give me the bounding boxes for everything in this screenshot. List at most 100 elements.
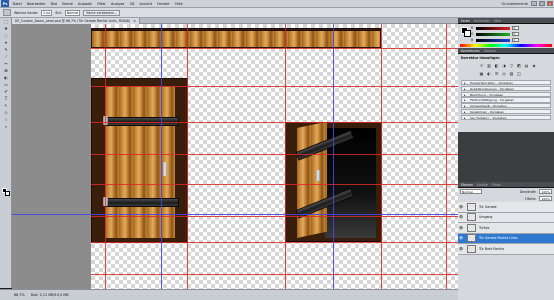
tab-swatches[interactable]: Farbfelder — [474, 19, 490, 23]
guide-vertical[interactable] — [105, 24, 106, 289]
preset-item[interactable]: Tonwertkorrektur - Vorgaben — [461, 80, 551, 86]
black-white-icon[interactable]: ◈ — [532, 63, 537, 68]
eraser-tool-icon[interactable]: ▭ — [1, 81, 11, 87]
stamp-tool-icon[interactable]: ⌘ — [1, 67, 11, 73]
preset-item[interactable]: Gradationskurven - Vorgaben — [461, 85, 551, 91]
brightness-icon[interactable]: ☼ — [479, 63, 484, 68]
menu-3d[interactable]: 3D — [127, 2, 137, 6]
opacity-input[interactable]: 100% — [539, 189, 552, 194]
hue-saturation-icon[interactable]: ◩ — [517, 63, 522, 68]
green-value-input[interactable]: 0 — [512, 32, 519, 36]
guide-horizontal[interactable] — [91, 86, 458, 87]
guide-horizontal[interactable] — [91, 216, 458, 217]
layer-row[interactable]: 👁 Tür Breit Rechts — [458, 244, 554, 255]
menu-image[interactable]: Bild — [48, 2, 60, 6]
guide-vertical[interactable] — [446, 24, 447, 289]
menu-view[interactable]: Ansicht — [137, 2, 155, 6]
visibility-eye-icon[interactable]: 👁 — [458, 226, 464, 230]
crop-tool-icon[interactable]: ✂ — [1, 61, 11, 67]
feather-input[interactable]: 0 px — [41, 9, 53, 16]
tab-adjustments[interactable]: Korrekturen — [461, 49, 480, 53]
channel-mixer-icon[interactable]: ◐ — [487, 71, 492, 76]
photo-filter-icon[interactable]: ▦ — [479, 71, 484, 76]
tab-color[interactable]: Farbe — [461, 19, 470, 23]
refine-edge-button[interactable]: Kante verbessern... — [83, 9, 121, 16]
guide-horizontal[interactable] — [91, 242, 458, 243]
tab-masks[interactable]: Masken — [484, 49, 496, 53]
menu-select[interactable]: Auswahl — [75, 2, 94, 6]
color-balance-icon[interactable]: ▤ — [524, 63, 529, 68]
vibrance-icon[interactable]: ▽ — [509, 63, 514, 68]
visibility-eye-icon[interactable]: 👁 — [458, 247, 464, 251]
tab-paths[interactable]: Pfade — [492, 183, 501, 187]
menu-edit[interactable]: Bearbeiten — [24, 2, 48, 6]
eyedropper-tool-icon[interactable]: ⟋ — [1, 54, 11, 60]
preset-item[interactable]: Farbton/Sättigung - Vorgaben — [461, 97, 551, 103]
hand-tool-icon[interactable]: ☝ — [1, 116, 11, 122]
tab-channels[interactable]: Kanäle — [477, 183, 488, 187]
menu-filter[interactable]: Filter — [95, 2, 109, 6]
preset-item[interactable]: Belichtung - Vorgaben — [461, 91, 551, 97]
lasso-tool-icon[interactable]: ◌ — [1, 33, 11, 39]
preset-item[interactable]: Kanalmixer - Vorgaben — [461, 108, 551, 115]
background-color-swatch[interactable] — [4, 190, 10, 196]
menu-help[interactable]: Hilfe — [172, 2, 185, 6]
blue-slider[interactable] — [476, 39, 510, 42]
layer-row[interactable]: 👁 Tür Gerade — [458, 202, 554, 213]
threshold-icon[interactable]: ▧ — [509, 71, 514, 76]
menu-file[interactable]: Datei — [10, 2, 24, 6]
zoom-level[interactable]: 66,7% — [14, 293, 25, 297]
fill-input[interactable]: 100% — [539, 196, 552, 201]
guide-horizontal[interactable] — [91, 184, 458, 185]
red-slider[interactable] — [476, 27, 510, 30]
style-select[interactable]: Normal — [64, 9, 81, 16]
document-tab[interactable]: DF_Custom_Doors_Level.psd @ 66,7% (Tür G… — [12, 17, 140, 24]
preset-item[interactable]: Schwarzweiß - Vorgaben — [461, 103, 551, 109]
menu-layer[interactable]: Ebene — [60, 2, 76, 6]
path-select-tool-icon[interactable]: ↖ — [1, 102, 11, 108]
document-canvas[interactable] — [12, 24, 458, 289]
color-spectrum-bar[interactable] — [460, 44, 552, 47]
guide-horizontal[interactable] — [91, 274, 458, 275]
guide-horizontal[interactable] — [91, 48, 458, 49]
marquee-tool-icon[interactable]: ⬚ — [1, 19, 11, 25]
guide-vertical-blue[interactable] — [161, 24, 162, 289]
quick-select-tool-icon[interactable]: ⌖ — [1, 40, 11, 46]
guide-horizontal-blue[interactable] — [12, 214, 458, 215]
visibility-eye-icon[interactable]: 👁 — [458, 215, 464, 219]
red-value-input[interactable]: 0 — [512, 26, 519, 30]
menu-analysis[interactable]: Analyse — [108, 2, 127, 6]
brush-tool-icon[interactable]: ✎ — [1, 47, 11, 53]
preset-item[interactable]: Sel. Farbkorr. - Vorgaben — [461, 114, 551, 120]
close-tab-icon[interactable]: × — [133, 19, 136, 23]
layer-row[interactable]: 👁 Umgang — [458, 212, 554, 223]
gradient-map-icon[interactable]: ◫ — [517, 71, 522, 76]
move-tool-icon[interactable]: ✥ — [1, 26, 11, 32]
green-slider[interactable] — [476, 33, 510, 36]
tab-layers[interactable]: Ebenen — [461, 183, 473, 187]
type-tool-icon[interactable]: T — [1, 95, 11, 101]
guide-horizontal[interactable] — [91, 122, 458, 123]
workspace-switcher[interactable]: Grundelemente — [499, 2, 530, 6]
tab-styles[interactable]: Stile — [494, 19, 501, 23]
curves-icon[interactable]: ◧ — [494, 63, 499, 68]
guide-vertical[interactable] — [381, 24, 382, 289]
guide-vertical-blue[interactable] — [333, 24, 334, 289]
zoom-tool-icon[interactable]: ⌕ — [1, 123, 11, 129]
levels-icon[interactable]: ▥ — [487, 63, 492, 68]
layer-row-selected[interactable]: 👁 Tür Gerade Rechts Links — [458, 233, 554, 244]
guide-vertical[interactable] — [187, 24, 188, 289]
canvas-area[interactable] — [12, 24, 458, 289]
maximize-button[interactable]: □ — [539, 1, 545, 6]
dodge-tool-icon[interactable]: ◐ — [1, 74, 11, 80]
posterize-icon[interactable]: ◎ — [502, 71, 507, 76]
current-tool-icon[interactable] — [3, 9, 11, 16]
pen-tool-icon[interactable]: ✐ — [1, 88, 11, 94]
blue-value-input[interactable]: 0 — [512, 38, 519, 42]
minimize-button[interactable]: – — [531, 1, 537, 6]
layer-row[interactable]: 👁 Türfalz — [458, 223, 554, 234]
visibility-eye-icon[interactable]: 👁 — [458, 236, 464, 240]
close-button[interactable]: × — [547, 1, 553, 6]
menu-window[interactable]: Fenster — [155, 2, 173, 6]
bg-color-chip[interactable] — [464, 30, 471, 37]
